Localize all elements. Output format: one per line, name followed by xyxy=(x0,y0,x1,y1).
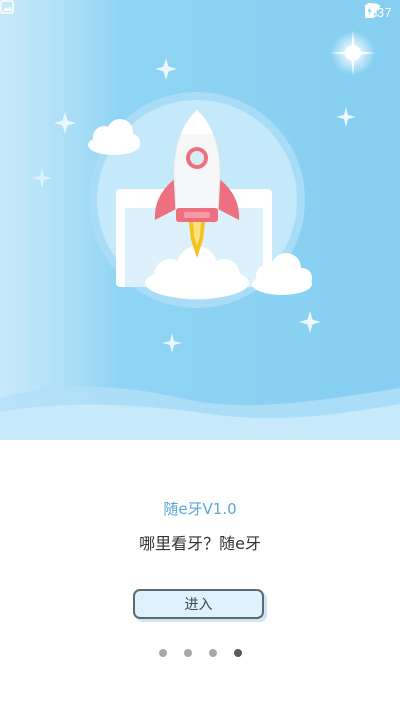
status-bar: 2:37 xyxy=(0,0,400,24)
status-right-group: 2:37 xyxy=(365,3,392,21)
rocket-launch-illustration xyxy=(0,0,400,440)
page-dot-4-active[interactable] xyxy=(233,649,242,657)
page-dot-1[interactable] xyxy=(158,649,167,657)
sun-sparkle-icon xyxy=(330,30,376,76)
hero-illustration: 2:37 xyxy=(0,0,400,440)
battery-charging-icon xyxy=(365,3,375,18)
page-dot-2[interactable] xyxy=(183,649,192,657)
app-version-title: 随e牙V1.0 xyxy=(163,500,237,518)
app-slogan: 哪里看牙？随e牙 xyxy=(139,534,261,553)
page-indicator xyxy=(0,649,400,659)
page-dot-3[interactable] xyxy=(208,649,217,657)
image-notification-icon xyxy=(0,0,14,14)
splash-screen: 2:37 随e牙V1.0 哪里看牙？随e牙 进入 xyxy=(0,0,400,711)
enter-button[interactable]: 进入 xyxy=(133,589,264,619)
